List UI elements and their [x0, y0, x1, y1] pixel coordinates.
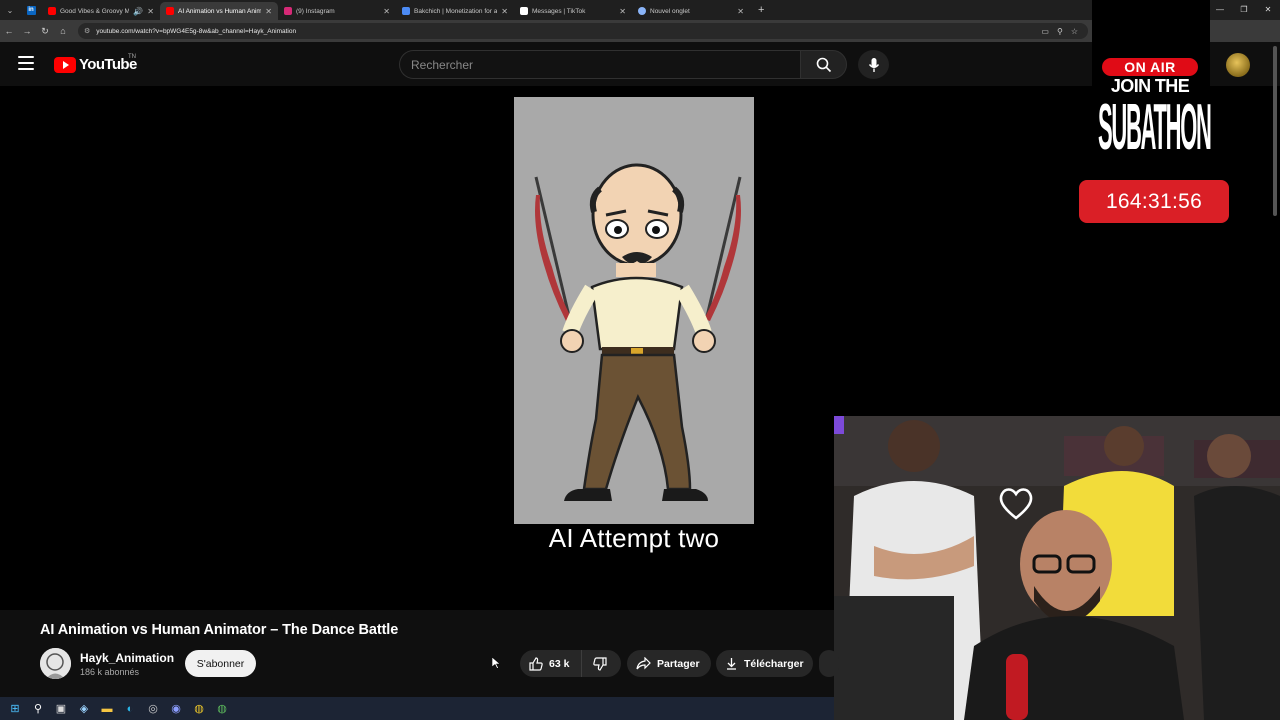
browser-tab-2-active[interactable]: AI Animation vs Human Animat ✕	[160, 2, 278, 20]
voice-search-button[interactable]	[858, 50, 889, 79]
download-label: Télécharger	[744, 657, 804, 670]
reload-icon[interactable]: ↻	[36, 26, 54, 37]
cast-icon[interactable]: ▭	[1041, 27, 1049, 36]
file-explorer-icon[interactable]: ▬	[100, 702, 114, 716]
like-dislike-group: 63 k	[520, 650, 621, 677]
video-caption: AI Attempt two	[548, 523, 720, 553]
tab-title: Nouvel onglet	[650, 7, 690, 15]
dislike-icon	[593, 656, 608, 671]
windows-taskbar: ⊞ ⚲ ▣ ◈ ▬ ◐ ◎ ◉ ◍ ◍	[0, 697, 834, 720]
webcam-feed	[834, 416, 1280, 720]
dislike-button[interactable]	[582, 650, 608, 677]
webcam-scene-image	[834, 416, 1280, 720]
tab-title: Good Vibes & Groovy Moo	[60, 7, 130, 15]
share-button[interactable]: Partager	[627, 650, 711, 677]
pinned-tab-linkedin[interactable]: in	[20, 0, 42, 20]
taskbar-search-icon[interactable]: ⚲	[31, 702, 45, 716]
bookmark-star-icon[interactable]: ☆	[1071, 27, 1078, 36]
task-view-icon[interactable]: ▣	[54, 702, 68, 716]
youtube-favicon-icon	[48, 7, 56, 15]
maximize-icon[interactable]: ❐	[1232, 0, 1256, 20]
like-icon	[529, 656, 543, 671]
mic-icon	[868, 57, 879, 72]
tab-close-icon[interactable]: ✕	[147, 7, 154, 16]
linkedin-icon: in	[26, 5, 36, 15]
windows-start-icon[interactable]: ⊞	[8, 702, 22, 716]
bakchich-favicon-icon	[402, 7, 410, 15]
youtube-logo[interactable]: YouTube	[54, 56, 137, 73]
video-frame-cartoon	[514, 97, 754, 524]
browser-tab-5[interactable]: Messages | TikTok ✕	[514, 2, 632, 20]
chrome-profile-icon[interactable]: ◍	[215, 702, 229, 716]
tab-title: AI Animation vs Human Animat	[178, 7, 262, 15]
tab-title: Messages | TikTok	[532, 7, 586, 15]
discord-icon[interactable]: ◉	[169, 702, 183, 716]
tab-audio-icon[interactable]: 🔊	[133, 7, 143, 16]
subathon-text: SUBATHON	[1098, 90, 1212, 164]
back-icon[interactable]: ←	[0, 26, 18, 36]
youtube-masthead: YouTube TN	[0, 42, 1280, 86]
app-icon[interactable]: ◎	[146, 702, 160, 716]
tab-title: Bakchich | Monetization for aff	[414, 7, 498, 15]
tab-close-icon[interactable]: ✕	[501, 7, 508, 16]
screen: ⌄ in Good Vibes & Groovy Moo 🔊 ✕ AI Anim…	[0, 0, 1280, 720]
search-icon	[816, 57, 831, 72]
channel-avatar-icon	[40, 648, 71, 679]
browser-tab-4[interactable]: Bakchich | Monetization for aff ✕	[396, 2, 514, 20]
browser-tab-1[interactable]: Good Vibes & Groovy Moo 🔊 ✕	[42, 2, 160, 20]
like-button[interactable]: 63 k	[520, 650, 583, 677]
cartoon-character-illustration	[534, 163, 742, 501]
close-window-icon[interactable]: ✕	[1256, 0, 1280, 20]
window-controls: — ❐ ✕	[1208, 0, 1280, 20]
on-air-badge: ON AIR	[1102, 58, 1198, 76]
url-text: youtube.com/watch?v=bpWG4E5g-8w&ab_chann…	[96, 27, 297, 35]
download-button[interactable]: Télécharger	[716, 650, 813, 677]
browser-tab-3[interactable]: (9) Instagram ✕	[278, 2, 396, 20]
search-button[interactable]	[800, 50, 847, 79]
address-bar-row: ← → ↻ ⌂ ⚙ youtube.com/watch?v=bpWG4E5g-8…	[0, 20, 1280, 42]
tab-close-icon[interactable]: ✕	[619, 7, 626, 16]
mouse-cursor-icon	[492, 657, 500, 669]
subscribe-button[interactable]: S'abonner	[185, 650, 256, 677]
chrome-icon[interactable]: ◍	[192, 702, 206, 716]
forward-icon[interactable]: →	[18, 26, 36, 36]
tab-close-icon[interactable]: ✕	[383, 7, 390, 16]
tab-close-icon[interactable]: ✕	[737, 7, 744, 16]
user-avatar[interactable]	[1226, 53, 1250, 77]
widgets-icon[interactable]: ◈	[77, 702, 91, 716]
tab-search-icon[interactable]: ⌄	[0, 6, 20, 15]
browser-tab-6[interactable]: Nouvel onglet ✕	[632, 2, 750, 20]
tab-title: (9) Instagram	[296, 7, 335, 15]
channel-name[interactable]: Hayk_Animation	[80, 651, 174, 665]
menu-icon[interactable]	[18, 56, 34, 70]
minimize-icon[interactable]: —	[1208, 0, 1232, 20]
site-info-icon[interactable]: ⚙	[84, 27, 90, 35]
youtube-play-icon	[54, 56, 76, 73]
download-icon	[727, 658, 736, 670]
subathon-timer: 164:31:56	[1079, 180, 1229, 223]
tab-close-icon[interactable]: ✕	[265, 7, 272, 16]
like-count: 63 k	[549, 657, 570, 670]
subscriber-count: 186 k abonnés	[80, 667, 140, 677]
more-actions-button[interactable]	[819, 650, 839, 677]
url-bar[interactable]: ⚙ youtube.com/watch?v=bpWG4E5g-8w&ab_cha…	[78, 23, 1088, 39]
instagram-favicon-icon	[284, 7, 292, 15]
home-icon[interactable]: ⌂	[54, 26, 72, 36]
search-input[interactable]	[399, 50, 801, 79]
channel-avatar[interactable]	[40, 648, 71, 679]
page-scrollbar[interactable]	[1273, 46, 1277, 216]
browser-tab-strip: ⌄ in Good Vibes & Groovy Moo 🔊 ✕ AI Anim…	[0, 0, 1280, 20]
tiktok-favicon-icon	[520, 7, 528, 15]
new-tab-icon[interactable]: +	[750, 4, 772, 16]
share-label: Partager	[657, 657, 700, 670]
omnibox-actions: ▭ ⚲ ☆	[1041, 23, 1078, 39]
country-code: TN	[128, 54, 136, 60]
youtube-favicon-icon	[166, 7, 174, 15]
share-icon	[636, 657, 651, 670]
video-title: AI Animation vs Human Animator – The Dan…	[40, 622, 399, 638]
zoom-icon[interactable]: ⚲	[1057, 27, 1063, 36]
heart-icon	[999, 488, 1033, 520]
chrome-newtab-favicon-icon	[638, 7, 646, 15]
edge-icon[interactable]: ◐	[123, 702, 137, 716]
